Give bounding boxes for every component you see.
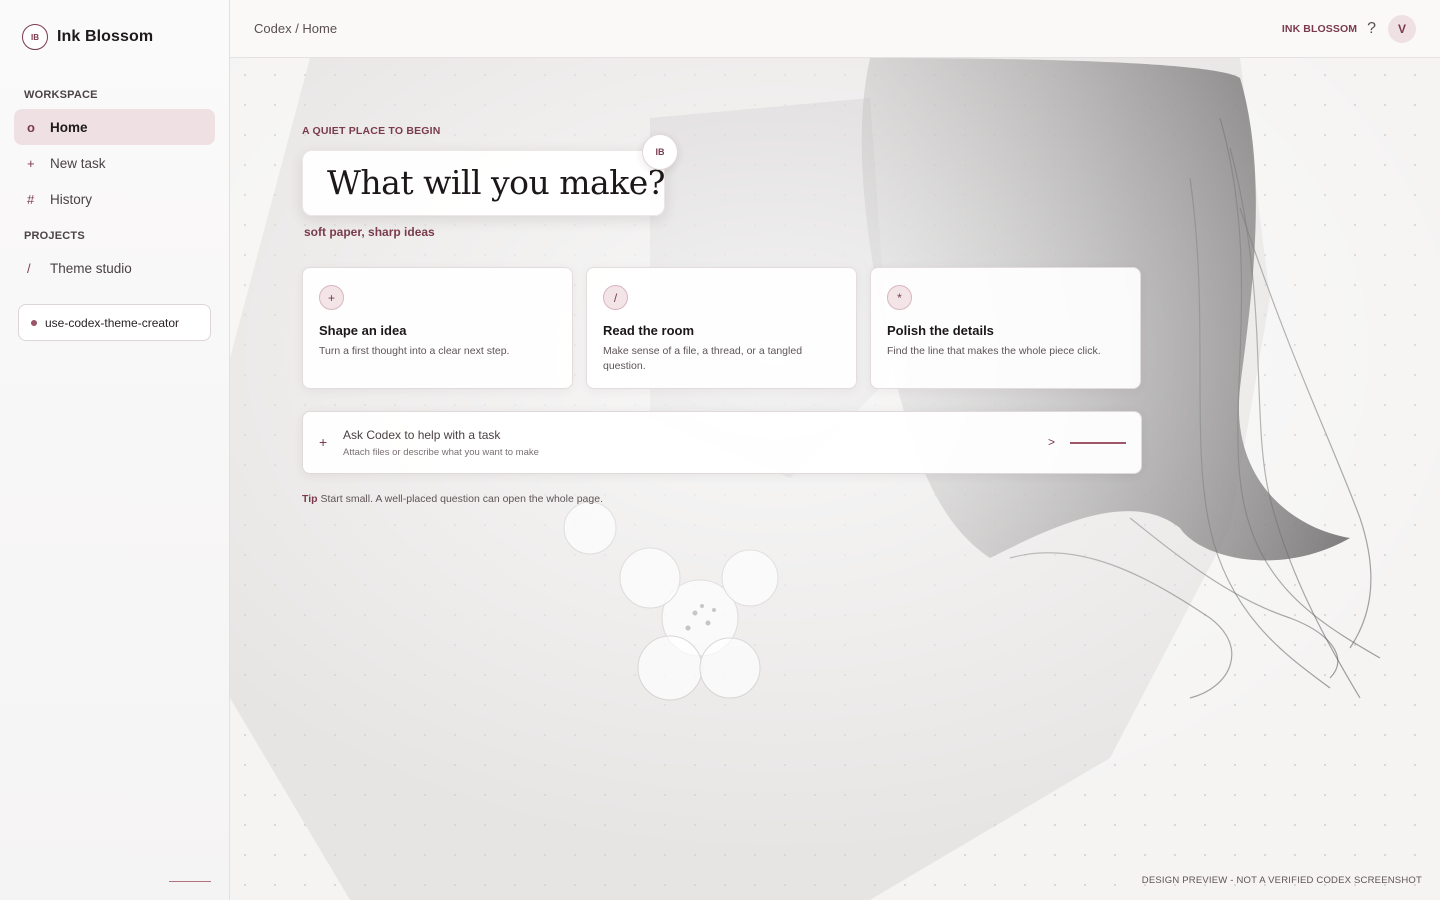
sidebar-divider [169,881,211,882]
tip-label: Tip [302,493,318,505]
workspace-name: INK BLOSSOM [1281,23,1358,35]
avatar[interactable]: V [1388,15,1416,43]
tip-body: Start small. A well-placed question can … [320,493,603,505]
workspace-section-label: WORKSPACE [24,89,98,101]
sidebar-item-label: Home [50,119,88,135]
top-bar-actions: INK BLOSSOM ? V [1282,15,1416,43]
sidebar-item-label: New task [50,155,106,171]
card-title: Read the room [603,323,695,338]
status-dot-icon [31,319,37,326]
task-composer[interactable]: + Ask Codex to help with a task Attach f… [302,411,1142,474]
repo-chip[interactable]: use-codex-theme-creator [18,304,211,341]
hero-badge: IB [642,134,678,170]
sidebar-item-home[interactable]: o Home [14,109,215,145]
suggestion-card-read-room[interactable]: / Read the room Make sense of a file, a … [586,267,857,389]
composer-hint: Attach files or describe what you want t… [343,447,539,458]
send-icon[interactable]: > [1048,435,1055,449]
card-title: Polish the details [887,323,994,338]
repo-chip-label: use-codex-theme-creator [45,315,180,330]
card-description: Turn a first thought into a clear next s… [319,345,510,357]
slash-icon: / [603,285,628,310]
hero-title-card: What will you make? [302,150,665,216]
sidebar: IB Ink Blossom WORKSPACE o Home + New ta… [0,0,230,900]
send-underline [1070,442,1126,444]
plus-icon: + [27,155,35,171]
plus-icon: + [319,285,344,310]
hash-icon: # [27,191,35,207]
brand-name: Ink Blossom [57,28,154,45]
main-area: Codex / Home INK BLOSSOM ? V A QUIET PLA… [230,0,1440,900]
card-title: Shape an idea [319,323,407,338]
sidebar-item-theme-studio[interactable]: / Theme studio [14,250,215,286]
composer-input[interactable]: Ask Codex to help with a task [343,428,500,442]
hero-tagline: soft paper, sharp ideas [304,225,435,239]
sidebar-item-label: Theme studio [50,260,132,276]
hero-eyebrow: A QUIET PLACE TO BEGIN [302,125,441,137]
attach-icon[interactable]: + [319,434,327,450]
projects-section-label: PROJECTS [24,230,85,242]
page-title: What will you make? [327,163,665,202]
sidebar-item-new-task[interactable]: + New task [14,145,215,181]
home-icon: o [27,119,35,135]
brand[interactable]: IB Ink Blossom [22,24,153,50]
suggestion-card-polish-details[interactable]: * Polish the details Find the line that … [870,267,1141,389]
top-bar: Codex / Home INK BLOSSOM ? V [230,0,1440,58]
help-icon[interactable]: ? [1367,20,1376,38]
footer-note: DESIGN PREVIEW - NOT A VERIFIED CODEX SC… [1141,875,1422,886]
card-description: Find the line that makes the whole piece… [887,345,1101,357]
brand-logo-icon: IB [22,24,48,50]
breadcrumb[interactable]: Codex / Home [254,21,337,36]
sidebar-item-label: History [50,191,93,207]
slash-icon: / [27,260,31,276]
asterisk-icon: * [887,285,912,310]
card-description: Make sense of a file, a thread, or a tan… [603,345,803,372]
sidebar-item-history[interactable]: # History [14,181,215,217]
tip-text: Tip Start small. A well-placed question … [302,493,603,505]
suggestion-card-shape-idea[interactable]: + Shape an idea Turn a first thought int… [302,267,573,389]
